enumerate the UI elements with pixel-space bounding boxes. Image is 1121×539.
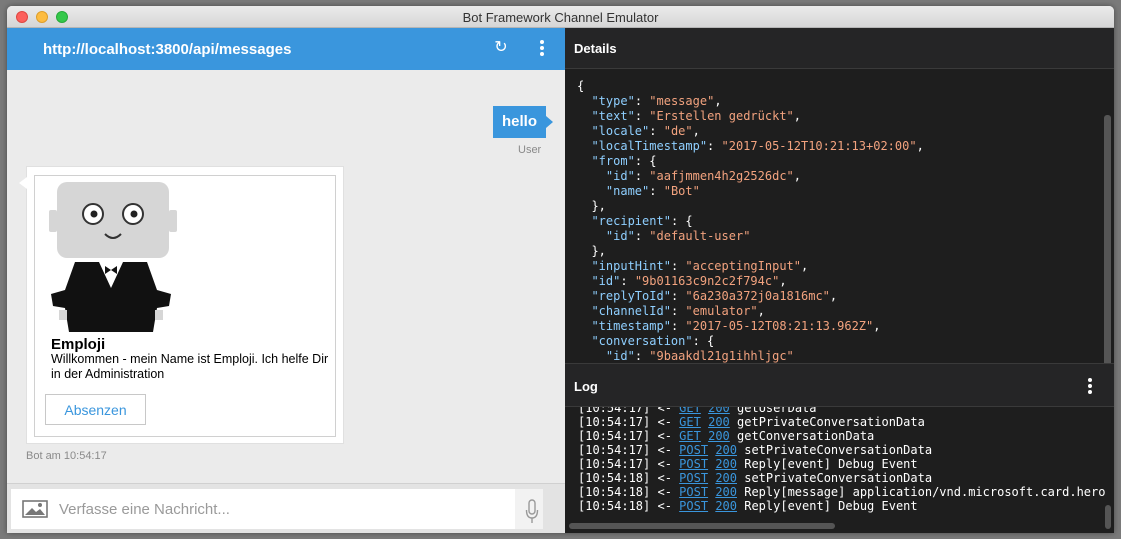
- log-method-link[interactable]: POST: [679, 443, 708, 457]
- log-direction: <-: [657, 457, 672, 471]
- log-status-link[interactable]: 200: [715, 471, 737, 485]
- log-message: setPrivateConversationData: [744, 443, 933, 457]
- log-method-link[interactable]: GET: [679, 415, 701, 429]
- log-entry: [10:54:18] <- POST 200 setPrivateConvers…: [578, 471, 1105, 485]
- log-direction: <-: [657, 429, 672, 443]
- chat-header: http://localhost:3800/api/messages ↻: [7, 28, 565, 70]
- json-type: message: [656, 94, 708, 108]
- json-conversation-id: 9baakdl21g1ihhljgc: [656, 349, 787, 363]
- log-method-link[interactable]: GET: [679, 429, 701, 443]
- log-method-link[interactable]: POST: [679, 499, 708, 513]
- details-header: Details: [565, 28, 1114, 69]
- log-entry: [10:54:17] <- POST 200 Reply[event] Debu…: [578, 457, 1105, 471]
- log-direction: <-: [657, 407, 672, 415]
- log-direction: <-: [657, 471, 672, 485]
- json-reply-to-id: 6a230a372j0a1816mc: [692, 289, 823, 303]
- bot-message-bubble: Emploji Willkommen - mein Name ist Emplo…: [19, 166, 344, 444]
- log-message: getConversationData: [737, 429, 875, 443]
- json-input-hint: acceptingInput: [692, 259, 794, 273]
- absenzen-button[interactable]: Absenzen: [45, 394, 146, 425]
- log-title: Log: [574, 379, 598, 394]
- endpoint-url[interactable]: http://localhost:3800/api/messages: [43, 41, 291, 58]
- log-method-link[interactable]: GET: [679, 407, 701, 415]
- log-time: [10:54:17]: [578, 443, 651, 457]
- log-message: getPrivateConversationData: [737, 415, 925, 429]
- log-vertical-scrollbar[interactable]: [1105, 505, 1111, 529]
- log-direction: <-: [657, 485, 672, 499]
- image-icon[interactable]: [21, 497, 49, 521]
- json-from-name: Bot: [670, 184, 693, 198]
- details-scrollbar[interactable]: [1104, 115, 1111, 363]
- log-time: [10:54:18]: [578, 499, 651, 513]
- json-channel-id: emulator: [692, 304, 751, 318]
- bot-sender-label: Bot am 10:54:17: [26, 450, 107, 462]
- log-horizontal-scrollbar[interactable]: [569, 523, 835, 529]
- chat-pane: http://localhost:3800/api/messages ↻ hel…: [7, 28, 565, 533]
- log-message: getUserData: [737, 407, 817, 415]
- log-time: [10:54:17]: [578, 457, 651, 471]
- inspector-pane: Details { "type": "message", "text": "Er…: [565, 28, 1114, 533]
- log-entry: [10:54:17] <- GET 200 getConversationDat…: [578, 429, 1105, 443]
- details-title: Details: [574, 41, 617, 56]
- log-status-link[interactable]: 200: [708, 415, 730, 429]
- log-status-link[interactable]: 200: [715, 499, 737, 513]
- log-method-link[interactable]: POST: [679, 485, 708, 499]
- log-message: Reply[message] application/vnd.microsoft…: [744, 485, 1106, 499]
- log-status-link[interactable]: 200: [715, 457, 737, 471]
- message-input[interactable]: [59, 495, 499, 523]
- log-time: [10:54:18]: [578, 485, 651, 499]
- log-direction: <-: [657, 499, 672, 513]
- log-view[interactable]: [10:54:17] <- GET 200 getUserData [10:54:…: [565, 407, 1114, 533]
- robot-butler-icon: [49, 182, 177, 332]
- json-id: 9b01163c9n2c2f794c: [642, 274, 773, 288]
- log-header: Log: [565, 363, 1114, 407]
- log-entry: [10:54:17] <- GET 200 getPrivateConversa…: [578, 415, 1105, 429]
- title-bar: Bot Framework Channel Emulator: [7, 6, 1114, 28]
- log-lines: [10:54:17] <- GET 200 getUserData [10:54:…: [578, 407, 1105, 513]
- card-text: Willkommen - mein Name ist Emploji. Ich …: [51, 352, 329, 381]
- log-method-link[interactable]: POST: [679, 457, 708, 471]
- log-time: [10:54:17]: [578, 407, 651, 415]
- log-direction: <-: [657, 415, 672, 429]
- emulator-window: Bot Framework Channel Emulator http://lo…: [7, 6, 1114, 533]
- log-time: [10:54:17]: [578, 415, 651, 429]
- log-time: [10:54:18]: [578, 471, 651, 485]
- log-status-link[interactable]: 200: [715, 443, 737, 457]
- details-json-view[interactable]: { "type": "message", "text": "Erstellen …: [565, 69, 1114, 363]
- message-composer: [7, 483, 565, 533]
- user-sender-label: User: [518, 144, 542, 156]
- log-entry: [10:54:18] <- POST 200 Reply[event] Debu…: [578, 499, 1105, 513]
- log-status-link[interactable]: 200: [715, 485, 737, 499]
- log-entry: [10:54:17] <- POST 200 setPrivateConvers…: [578, 443, 1105, 457]
- log-message: Reply[event] Debug Event: [744, 499, 918, 513]
- json-recipient-id: default-user: [656, 229, 744, 243]
- refresh-icon[interactable]: ↻: [493, 39, 509, 57]
- json-local-timestamp: 2017-05-12T10:21:13+02:00: [728, 139, 910, 153]
- json-text: Erstellen gedrückt: [656, 109, 787, 123]
- log-entry: [10:54:17] <- GET 200 getUserData: [578, 407, 1105, 415]
- user-message-bubble[interactable]: hello: [493, 106, 554, 138]
- log-entry: [10:54:18] <- POST 200 Reply[message] ap…: [578, 485, 1105, 499]
- log-time: [10:54:17]: [578, 429, 651, 443]
- log-method-link[interactable]: POST: [679, 471, 708, 485]
- log-status-link[interactable]: 200: [708, 429, 730, 443]
- card-title: Emploji: [51, 336, 106, 353]
- json-locale: de: [670, 124, 686, 138]
- composer-box: [11, 489, 543, 529]
- log-status-link[interactable]: 200: [708, 407, 730, 415]
- json-timestamp: 2017-05-12T08:21:13.962Z: [692, 319, 867, 333]
- more-vertical-icon[interactable]: [1085, 377, 1095, 395]
- log-message: setPrivateConversationData: [744, 471, 933, 485]
- json-from-id: aafjmmen4h2g2526dc: [656, 169, 787, 183]
- log-message: Reply[event] Debug Event: [744, 457, 918, 471]
- log-direction: <-: [657, 443, 672, 457]
- microphone-icon[interactable]: [525, 499, 539, 525]
- window-title: Bot Framework Channel Emulator: [462, 10, 659, 25]
- hero-card: Emploji Willkommen - mein Name ist Emplo…: [34, 175, 336, 437]
- more-vertical-icon[interactable]: [537, 39, 547, 57]
